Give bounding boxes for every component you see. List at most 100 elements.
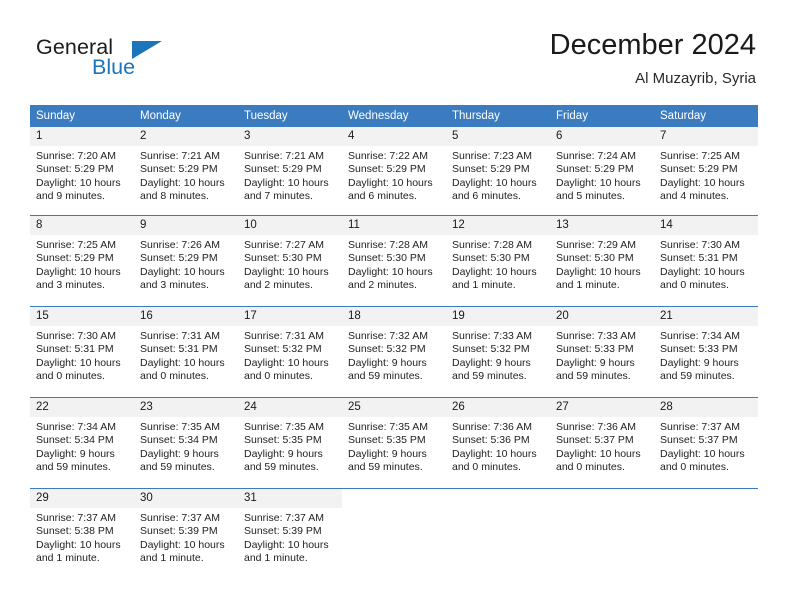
day-details: Sunrise: 7:23 AM Sunset: 5:29 PM Daylight:…: [446, 146, 550, 204]
calendar-day-cell[interactable]: 15 Sunrise: 7:30 AM Sunset: 5:31 PM Dayligh…: [30, 306, 134, 398]
calendar-day-cell[interactable]: 13 Sunrise: 7:29 AM Sunset: 5:30 PM Dayligh…: [550, 215, 654, 307]
sunrise-text: Sunrise: 7:35 AM: [348, 421, 428, 433]
daylight-text-line1: Daylight: 9 hours: [556, 356, 635, 369]
daylight-text-line2: and 59 minutes.: [660, 370, 735, 383]
daylight-text-line2: and 1 minute.: [244, 552, 308, 565]
day-number: 8: [30, 216, 134, 235]
calendar-day-cell[interactable]: 8 Sunrise: 7:25 AM Sunset: 5:29 PM Daylight…: [30, 215, 134, 307]
sunrise-text: Sunrise: 7:30 AM: [660, 239, 740, 251]
day-details: Sunrise: 7:27 AM Sunset: 5:30 PM Daylight:…: [238, 235, 342, 293]
sunset-text: Sunset: 5:29 PM: [140, 252, 218, 265]
day-number: 29: [30, 489, 134, 508]
day-number: [342, 489, 446, 508]
daylight-text-line1: Daylight: 10 hours: [348, 176, 433, 189]
weekday-header-thursday: Thursday: [446, 105, 550, 127]
weekday-header-saturday: Saturday: [654, 105, 758, 127]
day-number: 3: [238, 127, 342, 146]
calendar-day-cell[interactable]: 9 Sunrise: 7:26 AM Sunset: 5:29 PM Daylight…: [134, 215, 238, 307]
brand-word-blue: Blue: [92, 55, 136, 79]
calendar-day-cell[interactable]: 14 Sunrise: 7:30 AM Sunset: 5:31 PM Dayligh…: [654, 215, 758, 307]
calendar-day-cell[interactable]: 28 Sunrise: 7:37 AM Sunset: 5:37 PM Dayligh…: [654, 397, 758, 489]
calendar-table: Sunday Monday Tuesday Wednesday Thursday…: [30, 105, 758, 579]
calendar-day-cell[interactable]: 7 Sunrise: 7:25 AM Sunset: 5:29 PM Daylight…: [654, 127, 758, 216]
weekday-header-monday: Monday: [134, 105, 238, 127]
calendar-day-cell[interactable]: 26 Sunrise: 7:36 AM Sunset: 5:36 PM Dayligh…: [446, 397, 550, 489]
sunset-text: Sunset: 5:30 PM: [556, 252, 634, 265]
sunset-text: Sunset: 5:31 PM: [660, 252, 738, 265]
sunrise-text: Sunrise: 7:37 AM: [660, 421, 740, 433]
calendar-day-cell[interactable]: 6 Sunrise: 7:24 AM Sunset: 5:29 PM Daylight…: [550, 127, 654, 216]
sunset-text: Sunset: 5:30 PM: [452, 252, 530, 265]
daylight-text-line2: and 59 minutes.: [244, 461, 319, 474]
calendar-day-cell[interactable]: 20 Sunrise: 7:33 AM Sunset: 5:33 PM Dayligh…: [550, 306, 654, 398]
daylight-text-line1: Daylight: 10 hours: [660, 265, 745, 278]
day-details: Sunrise: 7:22 AM Sunset: 5:29 PM Daylight:…: [342, 146, 446, 204]
sunrise-text: Sunrise: 7:32 AM: [348, 330, 428, 342]
calendar-day-cell[interactable]: 12 Sunrise: 7:28 AM Sunset: 5:30 PM Dayligh…: [446, 215, 550, 307]
day-number: [550, 489, 654, 508]
calendar-day-cell[interactable]: 27 Sunrise: 7:36 AM Sunset: 5:37 PM Dayligh…: [550, 397, 654, 489]
sunset-text: Sunset: 5:39 PM: [244, 525, 322, 538]
calendar-day-cell[interactable]: 24 Sunrise: 7:35 AM Sunset: 5:35 PM Dayligh…: [238, 397, 342, 489]
calendar-day-cell[interactable]: 4 Sunrise: 7:22 AM Sunset: 5:29 PM Daylight…: [342, 127, 446, 216]
calendar-day-cell[interactable]: 29 Sunrise: 7:37 AM Sunset: 5:38 PM Dayligh…: [30, 488, 134, 579]
day-details: Sunrise: 7:25 AM Sunset: 5:29 PM Daylight:…: [30, 235, 134, 293]
day-number: 22: [30, 398, 134, 417]
calendar-day-cell[interactable]: 22 Sunrise: 7:34 AM Sunset: 5:34 PM Dayligh…: [30, 397, 134, 489]
weekday-header-wednesday: Wednesday: [342, 105, 446, 127]
calendar-day-cell[interactable]: 1 Sunrise: 7:20 AM Sunset: 5:29 PM Daylight…: [30, 127, 134, 216]
sunrise-text: Sunrise: 7:37 AM: [244, 512, 324, 524]
calendar-week-row: 8 Sunrise: 7:25 AM Sunset: 5:29 PM Daylight…: [30, 215, 758, 307]
sunrise-text: Sunrise: 7:26 AM: [140, 239, 220, 251]
day-details: Sunrise: 7:26 AM Sunset: 5:29 PM Daylight:…: [134, 235, 238, 293]
calendar-day-cell[interactable]: 31 Sunrise: 7:37 AM Sunset: 5:39 PM Dayligh…: [238, 488, 342, 579]
sunset-text: Sunset: 5:34 PM: [36, 434, 114, 447]
sunrise-text: Sunrise: 7:28 AM: [348, 239, 428, 251]
sunset-text: Sunset: 5:36 PM: [452, 434, 530, 447]
calendar-week-row: 22 Sunrise: 7:34 AM Sunset: 5:34 PM Dayligh…: [30, 397, 758, 489]
daylight-text-line1: Daylight: 9 hours: [244, 447, 323, 460]
calendar-day-cell[interactable]: 17 Sunrise: 7:31 AM Sunset: 5:32 PM Dayligh…: [238, 306, 342, 398]
day-details: Sunrise: 7:24 AM Sunset: 5:29 PM Daylight:…: [550, 146, 654, 204]
calendar-day-cell[interactable]: 25 Sunrise: 7:35 AM Sunset: 5:35 PM Dayligh…: [342, 397, 446, 489]
calendar-header-row: Sunday Monday Tuesday Wednesday Thursday…: [30, 105, 758, 127]
day-number: 21: [654, 307, 758, 326]
day-details: Sunrise: 7:31 AM Sunset: 5:32 PM Daylight:…: [238, 326, 342, 384]
daylight-text-line2: and 1 minute.: [556, 279, 620, 292]
daylight-text-line1: Daylight: 10 hours: [244, 538, 329, 551]
day-number: 23: [134, 398, 238, 417]
daylight-text-line2: and 1 minute.: [140, 552, 204, 565]
sunrise-text: Sunrise: 7:31 AM: [244, 330, 324, 342]
day-number: 28: [654, 398, 758, 417]
daylight-text-line2: and 6 minutes.: [452, 190, 521, 203]
sunrise-text: Sunrise: 7:20 AM: [36, 150, 116, 162]
daylight-text-line1: Daylight: 10 hours: [660, 176, 745, 189]
daylight-text-line1: Daylight: 9 hours: [452, 356, 531, 369]
calendar-day-cell[interactable]: 2 Sunrise: 7:21 AM Sunset: 5:29 PM Daylight…: [134, 127, 238, 216]
calendar-day-cell[interactable]: 3 Sunrise: 7:21 AM Sunset: 5:29 PM Daylight…: [238, 127, 342, 216]
day-details: Sunrise: 7:34 AM Sunset: 5:33 PM Daylight:…: [654, 326, 758, 384]
calendar-day-cell[interactable]: 16 Sunrise: 7:31 AM Sunset: 5:31 PM Dayligh…: [134, 306, 238, 398]
sunset-text: Sunset: 5:33 PM: [660, 343, 738, 356]
calendar-day-cell[interactable]: 11 Sunrise: 7:28 AM Sunset: 5:30 PM Dayligh…: [342, 215, 446, 307]
day-details: Sunrise: 7:30 AM Sunset: 5:31 PM Daylight:…: [654, 235, 758, 293]
calendar-day-cell[interactable]: 5 Sunrise: 7:23 AM Sunset: 5:29 PM Daylight…: [446, 127, 550, 216]
calendar-day-cell[interactable]: 21 Sunrise: 7:34 AM Sunset: 5:33 PM Dayligh…: [654, 306, 758, 398]
calendar-day-cell[interactable]: 30 Sunrise: 7:37 AM Sunset: 5:39 PM Dayligh…: [134, 488, 238, 579]
sunrise-text: Sunrise: 7:30 AM: [36, 330, 116, 342]
day-number: 16: [134, 307, 238, 326]
sunrise-text: Sunrise: 7:37 AM: [36, 512, 116, 524]
calendar-day-cell[interactable]: 18 Sunrise: 7:32 AM Sunset: 5:32 PM Dayligh…: [342, 306, 446, 398]
page-header: General Blue December 2024 Al Muzayrib, …: [0, 0, 792, 100]
daylight-text-line1: Daylight: 9 hours: [660, 356, 739, 369]
daylight-text-line2: and 59 minutes.: [348, 461, 423, 474]
calendar-day-cell[interactable]: 23 Sunrise: 7:35 AM Sunset: 5:34 PM Dayligh…: [134, 397, 238, 489]
sunrise-text: Sunrise: 7:33 AM: [452, 330, 532, 342]
day-details: Sunrise: 7:33 AM Sunset: 5:33 PM Daylight:…: [550, 326, 654, 384]
calendar-page: General Blue December 2024 Al Muzayrib, …: [0, 0, 792, 612]
calendar-day-cell[interactable]: 10 Sunrise: 7:27 AM Sunset: 5:30 PM Dayligh…: [238, 215, 342, 307]
calendar-day-cell[interactable]: 19 Sunrise: 7:33 AM Sunset: 5:32 PM Dayligh…: [446, 306, 550, 398]
sunset-text: Sunset: 5:29 PM: [452, 163, 530, 176]
day-details: Sunrise: 7:37 AM Sunset: 5:37 PM Daylight:…: [654, 417, 758, 475]
brand-logo[interactable]: General Blue: [36, 36, 236, 88]
